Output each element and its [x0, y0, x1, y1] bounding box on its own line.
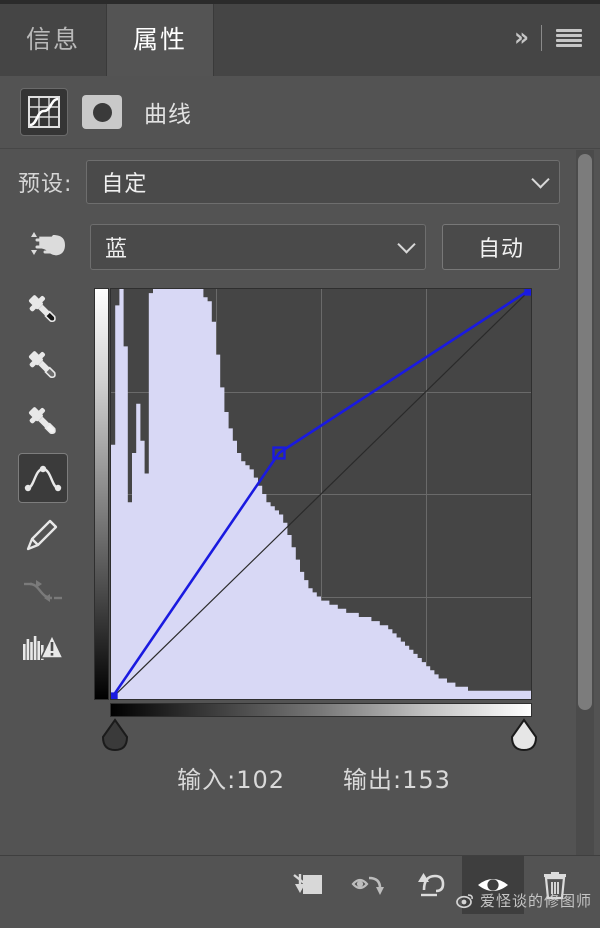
clip-to-layer-button[interactable]: [276, 856, 338, 914]
auto-button-label: 自动: [477, 237, 524, 262]
curve-plot[interactable]: [111, 289, 531, 699]
curve-point-readout: 输入:102 输出:153: [94, 760, 534, 795]
output-readout: 输出:153: [343, 760, 451, 795]
layer-mask-shape: [92, 102, 112, 122]
double-chevron-right-icon[interactable]: »: [514, 24, 529, 53]
tab-bar-spacer: [214, 0, 515, 76]
preset-row: 预设: 自定: [0, 158, 560, 206]
curves-grid[interactable]: [110, 288, 532, 700]
input-gradient-ramp: [110, 703, 532, 717]
tab-info-label: 信息: [26, 25, 81, 54]
watermark-text: 爱怪谈的修图师: [479, 892, 592, 910]
tool-edit-points[interactable]: [18, 453, 68, 503]
tab-info[interactable]: 信息: [0, 0, 108, 76]
toggle-layer-visibility-previous-button[interactable]: [338, 856, 400, 914]
input-readout-label: 输入:: [177, 766, 237, 794]
tab-properties-label: 属性: [133, 25, 188, 54]
white-point-slider[interactable]: [509, 718, 539, 752]
tool-sample-black-point[interactable]: [18, 285, 68, 335]
tool-sample-white-point[interactable]: [18, 397, 68, 447]
properties-panel: 信息 属性 » 曲线 预设: 自定 蓝 自动 输入:102 输出:153 爱怪谈…: [0, 0, 600, 928]
input-readout-value: 102: [236, 766, 285, 794]
preset-select[interactable]: 自定: [86, 160, 560, 204]
curves-adjustment-icon[interactable]: [20, 88, 68, 136]
preset-select-value: 自定: [101, 172, 148, 197]
output-readout-label: 输出:: [343, 766, 403, 794]
black-point-slider[interactable]: [100, 718, 130, 752]
panel-menu-icon[interactable]: [556, 28, 582, 48]
channel-row: 蓝 自动: [0, 222, 560, 272]
tab-properties[interactable]: 属性: [107, 0, 215, 76]
channel-select-value: 蓝: [105, 237, 129, 262]
weibo-logo-icon: [456, 893, 473, 908]
tool-draw-curve[interactable]: [18, 509, 68, 559]
curves-tool-column: [16, 285, 70, 671]
tab-bar-separator: [541, 25, 542, 51]
adjustment-header: 曲线: [0, 76, 600, 149]
panel-tab-bar: 信息 属性 »: [0, 0, 600, 76]
panel-scrollbar-thumb[interactable]: [578, 154, 592, 710]
reset-adjustment-button[interactable]: [400, 856, 462, 914]
tool-smooth-curve[interactable]: [18, 565, 68, 615]
output-gradient-ramp: [94, 288, 109, 700]
curves-graph[interactable]: [94, 288, 532, 700]
page-title: 曲线: [144, 102, 192, 128]
preset-label: 预设:: [18, 172, 73, 197]
curve-control-point[interactable]: [111, 694, 116, 699]
tool-sample-gray-point[interactable]: [18, 341, 68, 391]
watermark: 爱怪谈的修图师: [456, 890, 592, 911]
tool-clipping-warning[interactable]: [18, 621, 68, 671]
input-readout: 输入:102: [177, 760, 285, 795]
panel-tab-bar-controls: »: [514, 0, 600, 76]
layer-mask-thumbnail-icon[interactable]: [82, 95, 122, 129]
chevron-down-icon: [531, 170, 550, 189]
channel-select[interactable]: 蓝: [90, 224, 426, 270]
auto-button[interactable]: 自动: [442, 224, 560, 270]
channel-presets-icon[interactable]: [18, 225, 74, 269]
chevron-down-icon: [397, 235, 416, 254]
baseline-diagonal: [111, 289, 531, 699]
output-readout-value: 153: [402, 766, 451, 794]
curve-control-point[interactable]: [526, 289, 531, 294]
